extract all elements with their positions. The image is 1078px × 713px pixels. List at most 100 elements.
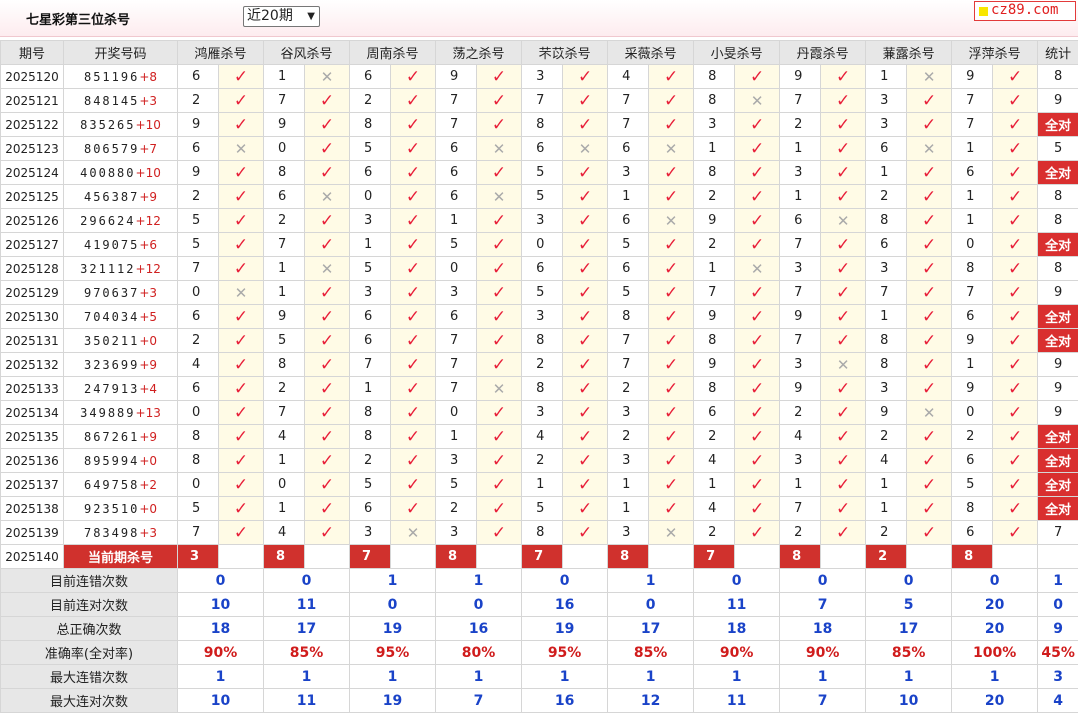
period-select[interactable]: 近20期 ▼ [243,6,320,27]
result-correct: ✓ [563,281,608,305]
check-icon: ✓ [750,355,764,375]
kill-pick-cell: 2 [608,425,649,449]
draw-sum: +3 [139,94,157,108]
result-correct: ✓ [993,377,1038,401]
summary-value: 85% [608,641,694,665]
result-correct: ✓ [821,65,866,89]
result-correct: ✓ [821,497,866,521]
check-icon: ✓ [664,355,678,375]
summary-label: 最大连错次数 [1,665,178,689]
result-wrong: ✕ [477,377,522,401]
cross-icon: ✕ [665,524,678,542]
cross-icon: ✕ [923,140,936,158]
check-icon: ✓ [836,67,850,87]
check-icon: ✓ [664,427,678,447]
check-icon: ✓ [492,355,506,375]
cross-icon: ✕ [321,188,334,206]
kill-pick-cell: 9 [694,353,735,377]
result-correct: ✓ [219,401,264,425]
result-wrong: ✕ [907,401,952,425]
result-correct: ✓ [305,377,350,401]
table-row: 2025127419075+65✓7✓1✓5✓0✓5✓2✓7✓6✓0✓全对 [1,233,1078,257]
kill-pick-cell: 5 [522,497,563,521]
result-correct: ✓ [391,233,436,257]
check-icon: ✓ [750,523,764,543]
check-icon: ✓ [492,331,506,351]
result-correct: ✓ [993,473,1038,497]
check-icon: ✓ [320,355,334,375]
table-row: 2025132323699+94✓8✓7✓7✓2✓7✓9✓3✕8✓1✓9 [1,353,1078,377]
kill-pick-cell: 6 [608,209,649,233]
draw-number-cell: 895994+0 [64,449,178,473]
check-icon: ✓ [750,115,764,135]
result-correct: ✓ [563,209,608,233]
kill-pick-cell: 7 [608,353,649,377]
summary-row: 准确率(全对率)90%85%95%80%95%85%90%90%85%100%4… [1,641,1078,665]
check-icon: ✓ [922,259,936,279]
issue-cell: 2025129 [1,281,64,305]
top-bar: 七星彩第三位杀号 近20期 ▼ cz89.com [0,0,1078,37]
check-icon: ✓ [578,379,592,399]
result-correct: ✓ [907,257,952,281]
summary-value: 0 [436,593,522,617]
kill-pick-cell: 1 [608,473,649,497]
result-correct: ✓ [735,281,780,305]
check-icon: ✓ [664,331,678,351]
draw-sum: +12 [136,214,161,228]
result-correct: ✓ [477,521,522,545]
kill-pick-cell: 4 [178,353,219,377]
kill-pick-cell: 6 [350,497,391,521]
current-stat-cell [1038,545,1078,569]
check-icon: ✓ [1008,523,1022,543]
table-row: 2025136895994+08✓1✓2✓3✓2✓3✓4✓3✓4✓6✓全对 [1,449,1078,473]
result-correct: ✓ [391,377,436,401]
result-wrong: ✕ [305,65,350,89]
kill-pick-cell: 9 [178,113,219,137]
header-expert: 小旻杀号 [694,41,780,65]
kill-pick-cell: 3 [866,377,907,401]
draw-digits: 400880 [80,166,135,180]
check-icon: ✓ [750,451,764,471]
kill-pick-cell: 8 [694,161,735,185]
cross-icon: ✕ [837,212,850,230]
result-correct: ✓ [391,113,436,137]
kill-pick-cell: 3 [866,257,907,281]
result-correct: ✓ [219,89,264,113]
summary-value: 1 [436,569,522,593]
kill-pick-cell: 9 [866,401,907,425]
site-logo[interactable]: cz89.com [974,1,1076,21]
check-icon: ✓ [1008,235,1022,255]
current-kill-pick: 7 [350,545,391,569]
check-icon: ✓ [234,355,248,375]
result-correct: ✓ [649,401,694,425]
draw-sum: +0 [139,454,157,468]
draw-sum: +0 [139,502,157,516]
summary-row: 最大连对次数1011197161211710204 [1,689,1078,713]
kill-pick-cell: 8 [522,521,563,545]
stat-cell: 8 [1038,185,1078,209]
check-icon: ✓ [1008,499,1022,519]
kill-pick-cell: 1 [350,377,391,401]
kill-pick-cell: 7 [608,113,649,137]
summary-value: 17 [264,617,350,641]
kill-pick-cell: 7 [952,281,993,305]
draw-sum: +3 [139,286,157,300]
summary-value: 10 [866,689,952,713]
summary-value: 1 [264,665,350,689]
check-icon: ✓ [836,379,850,399]
check-icon: ✓ [234,307,248,327]
kill-pick-cell: 1 [952,353,993,377]
kill-pick-cell: 0 [522,233,563,257]
cross-icon: ✕ [923,404,936,422]
check-icon: ✓ [234,259,248,279]
check-icon: ✓ [234,523,248,543]
kill-pick-cell: 3 [780,161,821,185]
current-blank-cell [477,545,522,569]
check-icon: ✓ [836,235,850,255]
result-correct: ✓ [219,305,264,329]
kill-pick-cell: 2 [780,401,821,425]
check-icon: ✓ [750,379,764,399]
issue-cell: 2025127 [1,233,64,257]
check-icon: ✓ [492,163,506,183]
kill-pick-cell: 6 [350,161,391,185]
